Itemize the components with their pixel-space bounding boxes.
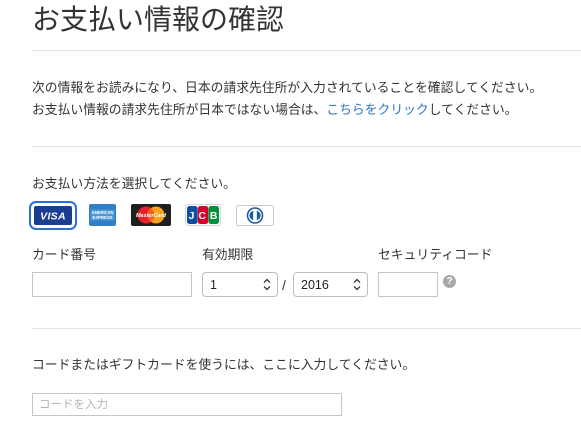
expiry-label: 有効期限 [202,247,254,262]
visa-logo-text: VISA [40,211,66,223]
mastercard-logo-text: MasterCard [136,213,166,219]
question-mark-icon[interactable] [443,275,456,288]
payment-method-prompt: お支払い方法を選択してください。 [32,176,236,191]
amex-card-option[interactable]: AMERICAN EXPRESS [89,204,116,226]
notice-line-2-text: お支払い情報の請求先住所が日本ではない場合は、 [32,102,327,117]
amex-card-icon: AMERICAN EXPRESS [89,204,116,226]
expiry-year-dropdown[interactable]: 2016 [294,273,367,296]
diners-club-card-option[interactable] [236,205,274,226]
jcb-logo-text: JCB [188,210,221,222]
section-divider [32,50,581,51]
security-code-label: セキュリティコード [378,247,493,262]
section-divider [32,146,581,147]
diners-club-card-icon [236,205,274,226]
amex-logo-text-bottom: EXPRESS [93,215,113,220]
payment-confirmation-page: お支払い情報の確認 次の情報をお読みになり、日本の請求先住所が入力されていること… [0,0,581,422]
notice-line-1: 次の情報をお読みになり、日本の請求先住所が入力されていることを確認してください。 [32,80,543,95]
expiry-separator: / [282,277,286,293]
card-number-label: カード番号 [32,247,96,262]
billing-address-notice: 次の情報をお読みになり、日本の請求先住所が入力されていることを確認してください。… [32,77,542,121]
expiry-month-dropdown[interactable]: 1 [203,273,277,296]
notice-line-2: お支払い情報の請求先住所が日本ではない場合は、こちらをクリックしてください。 [32,99,542,121]
expiry-month-select[interactable]: 1 [202,272,278,297]
security-code-input[interactable] [378,272,438,297]
click-here-link[interactable]: こちらをクリック [326,102,428,117]
redeem-code-prompt: コードまたはギフトカードを使うには、ここに入力してください。 [32,357,416,372]
mastercard-card-icon: MasterCard [131,204,171,226]
mastercard-card-option[interactable]: MasterCard [131,204,171,226]
card-number-input[interactable] [32,272,192,297]
visa-card-option[interactable]: VISA [29,201,77,230]
visa-card-icon: VISA [34,206,72,225]
notice-line-2-suffix: してください。 [428,102,518,117]
expiry-year-select[interactable]: 2016 [293,272,368,297]
jcb-card-option[interactable]: JCB [185,204,221,226]
redeem-code-input[interactable] [32,393,342,416]
jcb-card-icon: JCB [185,204,221,226]
page-title: お支払い情報の確認 [32,4,285,35]
section-divider [32,328,581,329]
